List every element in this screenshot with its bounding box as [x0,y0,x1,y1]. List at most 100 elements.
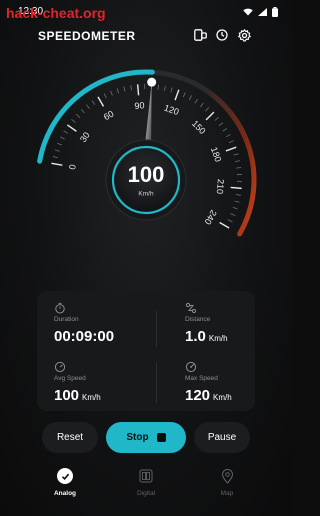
wifi-icon [243,8,253,16]
gauge-minor-tick [218,122,224,126]
gauge-minor-tick [188,95,192,101]
gauge-minor-tick [194,98,198,104]
avg-speed-value-group: 100 Km/h [54,387,101,404]
gauge-tick-label: 120 [163,103,181,118]
gauge-tick-label: 150 [190,118,208,136]
gauge-minor-tick [80,108,85,114]
distance-unit: Km/h [208,334,228,343]
stopwatch-icon [55,302,65,314]
distance-value: 1.0 [185,328,206,345]
nav-label-analog: Analog [53,490,77,497]
nav-label-digital: Digital [136,490,156,497]
gauge-minor-tick [110,90,113,96]
gauge-minor-tick [232,206,238,210]
gauge-minor-tick [130,85,132,91]
nav-item-analog[interactable]: Analog [35,468,95,504]
gauge-minor-tick [116,88,120,94]
gauge-tick-label: 240 [203,208,219,226]
gauge-major-tick [97,96,105,107]
gauge-major-tick [174,89,180,101]
reset-button-label: Reset [56,432,84,443]
hud-mode-button[interactable] [192,27,208,43]
gauge-minor-tick [71,119,76,123]
gauge-tick-label: 180 [209,146,224,164]
max-speed-label: Max Speed [185,375,218,382]
gauge-minor-tick [228,140,234,144]
speedometer-gauge: 0 30 60 90 120 150180 210 240 100 Km/h [37,69,257,237]
gauge-minor-tick [52,156,58,159]
reset-button[interactable]: Reset [42,422,98,453]
pause-button[interactable]: Pause [194,422,250,453]
stop-button-label: Stop [126,432,149,443]
gauge-major-tick [51,162,63,166]
gauge-minor-tick [236,167,242,169]
map-pin-icon [219,468,235,484]
history-button[interactable] [214,27,230,43]
gauge-major-tick [66,124,77,132]
speedometer-screen: 12:30 hack-cheat.org SPEEDOMETER 0 30 60… [0,0,292,516]
gauge-major-tick [205,111,215,121]
speed-unit: Km/h [138,191,154,198]
battery-icon [272,7,278,17]
gauge-tick-label: 0 [67,164,78,171]
gauge-tick-label: 30 [78,130,92,144]
settings-button[interactable] [236,27,252,43]
distance-value-group: 1.0 Km/h [185,328,228,345]
avg-speed-value: 100 [54,387,80,404]
gauge-minor-tick [230,213,236,216]
gauge-minor-tick [91,100,96,105]
check-icon [57,468,73,484]
avg-speed-unit: Km/h [82,393,101,402]
gauge-minor-tick [63,130,69,134]
trip-stats-panel: Duration 00:09:00 Distance 1.0 Km/h Avg S… [37,291,255,411]
distance-label: Distance [185,316,211,323]
speed-gauge-icon [185,361,197,373]
gauge-minor-tick [234,200,240,203]
gauge-minor-tick [200,102,204,108]
gauge-minor-tick [205,107,210,112]
gauge-minor-tick [182,92,186,98]
clock-icon [216,29,228,41]
duration-label: Duration [54,316,79,323]
route-icon [185,302,197,314]
gauge-minor-tick [157,84,159,90]
gauge-minor-tick [54,149,60,152]
duration-value: 00:09:00 [54,328,115,345]
gauge-minor-tick [214,116,219,121]
page-title: SPEEDOMETER [38,29,136,43]
gauge-minor-tick [235,194,241,196]
gauge-minor-tick [164,85,166,91]
gauge-minor-tick [123,86,126,92]
hud-icon [193,29,207,41]
stats-divider [156,311,157,347]
gauge-tick-label: 60 [102,109,116,123]
nav-label-map: Map [220,490,234,497]
watermark-text: hack-cheat.org [6,5,106,21]
gauge-tick-label: 210 [215,179,226,195]
stats-divider [156,363,157,403]
gauge-tick-label: 90 [134,100,145,111]
gauge-minor-tick [60,136,65,140]
nav-item-digital[interactable]: Digital [116,468,176,504]
gear-icon [237,28,251,41]
max-speed-value-group: 120 Km/h [185,387,232,404]
gauge-minor-tick [233,153,239,156]
gauge-minor-tick [222,128,228,132]
gauge-major-tick [219,221,230,229]
gauge-minor-tick [235,160,241,162]
signal-icon [258,8,267,16]
nav-item-map[interactable]: Map [197,468,257,504]
max-speed-unit: Km/h [213,393,232,402]
gauge-major-tick [136,84,140,96]
digital-icon [138,468,154,484]
gauge-major-tick [230,186,242,190]
gauge-major-tick [225,146,237,152]
pause-button-label: Pause [207,432,237,443]
stop-button[interactable]: Stop [106,422,186,453]
gauge-needle-knob [147,77,157,87]
gauge-minor-tick [75,113,81,118]
speed-readout: 100 [128,162,165,187]
gauge-needle [145,82,152,145]
gauge-minor-tick [225,134,231,138]
gauge-minor-tick [227,219,233,223]
